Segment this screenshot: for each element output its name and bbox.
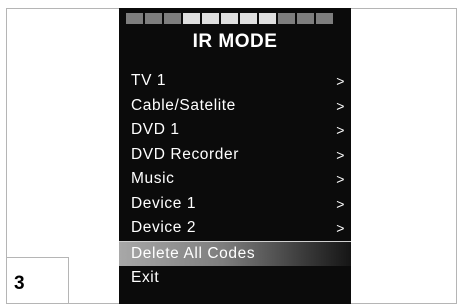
signal-segment xyxy=(259,13,276,24)
chevron-right-icon: > xyxy=(336,146,345,163)
menu-item-label: Delete All Codes xyxy=(131,244,256,262)
chevron-right-icon: > xyxy=(336,220,345,236)
menu-item-exit[interactable]: Exit xyxy=(119,266,351,291)
chevron-right-icon: > xyxy=(336,171,345,187)
signal-segment xyxy=(278,13,295,24)
menu-item-tv-1[interactable]: TV 1 > xyxy=(119,69,351,94)
page-number-divider-vertical xyxy=(68,257,69,304)
signal-segment xyxy=(221,13,238,24)
menu-item-device-2[interactable]: Device 2 > xyxy=(119,216,351,241)
signal-segment xyxy=(183,13,200,24)
menu-item-label: Device 1 xyxy=(131,194,197,212)
remote-display-screen: IR MODE TV 1 > Cable/Satelite > DVD 1 > … xyxy=(119,8,351,304)
page-number: 3 xyxy=(14,273,25,294)
menu-item-label: DVD 1 xyxy=(131,121,180,138)
menu-item-cable-satelite[interactable]: Cable/Satelite > xyxy=(119,94,351,119)
signal-segment xyxy=(164,13,181,24)
signal-segment xyxy=(316,13,333,24)
menu-item-delete-all-codes[interactable]: Delete All Codes xyxy=(119,240,351,266)
menu-item-label: Exit xyxy=(131,269,160,286)
chevron-right-icon: > xyxy=(336,97,345,114)
signal-segment xyxy=(126,13,143,24)
menu-item-dvd-recorder[interactable]: DVD Recorder > xyxy=(119,143,351,168)
signal-bar xyxy=(126,13,333,24)
menu-item-label: Music xyxy=(131,170,175,187)
page-number-divider-horizontal xyxy=(6,257,69,258)
chevron-right-icon: > xyxy=(336,195,345,212)
ir-mode-menu: TV 1 > Cable/Satelite > DVD 1 > DVD Reco… xyxy=(119,69,351,291)
signal-segment xyxy=(297,13,314,24)
signal-segment xyxy=(145,13,162,24)
signal-segment xyxy=(240,13,257,24)
signal-segment xyxy=(202,13,219,24)
screen-title: IR MODE xyxy=(192,31,278,52)
menu-item-music[interactable]: Music > xyxy=(119,167,351,192)
menu-item-label: Device 2 xyxy=(131,219,197,236)
menu-item-label: Cable/Satelite xyxy=(131,96,236,114)
menu-item-label: TV 1 xyxy=(131,72,167,89)
chevron-right-icon: > xyxy=(336,122,345,138)
menu-item-dvd-1[interactable]: DVD 1 > xyxy=(119,118,351,143)
chevron-right-icon: > xyxy=(336,73,345,89)
menu-item-device-1[interactable]: Device 1 > xyxy=(119,192,351,217)
menu-item-label: DVD Recorder xyxy=(131,145,239,163)
